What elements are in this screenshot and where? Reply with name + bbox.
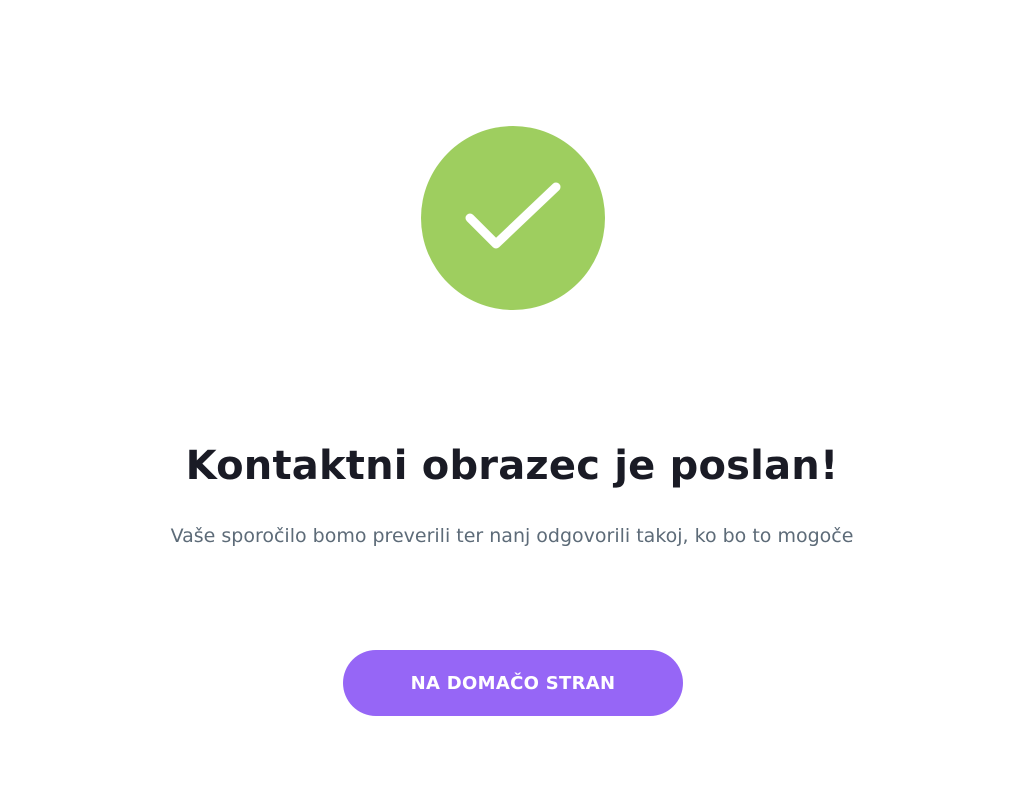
checkmark-icon <box>465 182 561 249</box>
page-title: Kontaktni obrazec je poslan! <box>185 443 839 489</box>
confirmation-page: Kontaktni obrazec je poslan! Vaše sporoč… <box>0 0 1024 790</box>
home-button[interactable]: NA DOMAČO STRAN <box>343 650 683 716</box>
confirmation-message: Vaše sporočilo bomo preverili ter nanj o… <box>170 525 854 547</box>
success-badge <box>421 126 605 310</box>
